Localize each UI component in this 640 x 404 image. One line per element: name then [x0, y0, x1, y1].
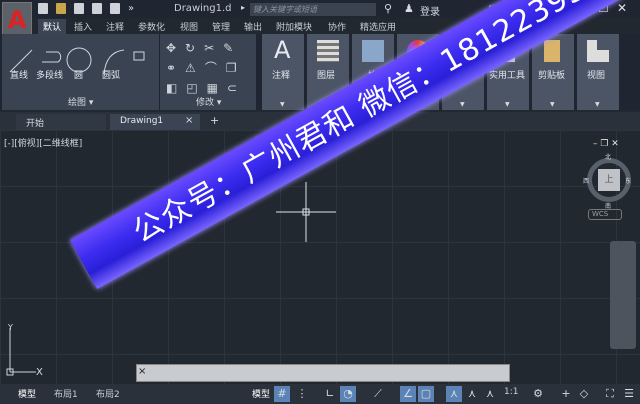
tab-home[interactable]: 默认 [38, 19, 67, 34]
annotation-scale-icon[interactable]: ⋏ [482, 386, 498, 402]
osnap-tracking-icon[interactable]: ∠ [400, 386, 416, 402]
polyline-tool[interactable]: 多段线 [36, 68, 63, 81]
modify-tool-icons[interactable]: ✥↻✂✎ ⚭⚠⌒❐ ◧◰▦⊂ [166, 38, 246, 98]
layout-tab-1[interactable]: 布局1 [54, 387, 78, 400]
grid-icon[interactable]: # [274, 386, 290, 402]
customize-menu-icon[interactable]: ☰ [621, 386, 637, 402]
view-panel[interactable]: 视图 ▼ [577, 34, 619, 110]
close-button[interactable]: ✕ [617, 1, 627, 15]
app-menu-button[interactable]: A [2, 2, 32, 38]
compass-east: 东 [625, 178, 632, 185]
block-icon [362, 40, 384, 62]
crosshair-cursor [276, 182, 336, 242]
clipboard-icon [544, 40, 560, 62]
chevron-down-icon: ▼ [280, 101, 285, 108]
axis-x-label: X [36, 367, 43, 378]
status-bar: 模型 布局1 布局2 模型 # ⋮ ∟ ◔ ⟋ ∠ ▢ ⋏ ⋏ ⋏ 1:1 ⚙ … [0, 384, 640, 404]
viewport-window-controls[interactable]: – ❐ ✕ [593, 139, 619, 149]
tab-start[interactable]: 开始 [16, 114, 106, 130]
tab-addins[interactable]: 附加模块 [276, 20, 312, 33]
layers-label: 图层 [317, 71, 336, 81]
tab-annotate[interactable]: 注释 [106, 20, 124, 33]
clipboard-label: 剪贴板 [538, 71, 566, 81]
more-icon[interactable]: » [128, 3, 134, 14]
chevron-down-icon: ▼ [550, 101, 555, 108]
viewport-controls[interactable]: [-][俯视][二维线框] [4, 136, 82, 149]
login-button[interactable]: 登录 [420, 3, 440, 18]
user-icon[interactable]: ♟ [404, 2, 414, 15]
isolate-icon[interactable]: ◇ [576, 386, 592, 402]
navigation-bar[interactable] [610, 241, 636, 349]
annotation-label: 注释 [272, 71, 291, 81]
search-input[interactable]: 键入关键字或短语 [250, 3, 376, 16]
plus-icon[interactable]: + [558, 386, 574, 402]
tab-collaborate[interactable]: 协作 [328, 20, 346, 33]
tab-featured[interactable]: 精选应用 [360, 20, 396, 33]
open-icon[interactable] [56, 3, 66, 14]
command-close-icon[interactable]: × [138, 366, 146, 377]
object-snap-icon[interactable]: ▢ [418, 386, 434, 402]
arc-tool[interactable]: 圆弧 [102, 68, 120, 81]
chevron-down-icon: ▼ [505, 101, 510, 108]
new-tab-button[interactable]: + [210, 114, 219, 127]
gear-icon[interactable]: ⚙ [530, 386, 546, 402]
save-icon[interactable] [74, 3, 84, 14]
compass-north: 北 [605, 154, 612, 161]
new-icon[interactable] [38, 3, 48, 14]
axis-y-label: Y [8, 323, 13, 332]
ribbon: 直线 多段线 圆 圆弧 绘图 ▾ ✥↻✂✎ ⚭⚠⌒❐ ◧◰▦⊂ 修改 ▾ A 注释 ▼ … [0, 34, 640, 110]
polar-icon[interactable]: ◔ [340, 386, 356, 402]
annotation-visibility-icon[interactable]: ⋏ [446, 386, 462, 402]
view-label: 视图 [587, 71, 606, 81]
arrow-icon: ▸ [241, 3, 246, 12]
save-as-icon[interactable] [92, 3, 102, 14]
document-title: Drawing1.d [174, 3, 232, 14]
modify-panel-title[interactable]: 修改 ▾ [196, 95, 221, 108]
fullscreen-icon[interactable]: ⛶ [602, 386, 618, 402]
plot-icon[interactable] [110, 3, 120, 14]
wcs-menu[interactable]: WCS [588, 209, 622, 220]
scale-dropdown[interactable]: 1:1 [504, 387, 518, 397]
viewcube-face[interactable]: 上 [598, 169, 620, 191]
tab-output[interactable]: 输出 [244, 20, 262, 33]
layout-tab-2[interactable]: 布局2 [96, 387, 120, 400]
close-tab-icon[interactable]: × [185, 115, 193, 126]
command-line-input[interactable] [136, 364, 510, 382]
auto-scale-icon[interactable]: ⋏ [464, 386, 480, 402]
tab-view[interactable]: 视图 [180, 20, 198, 33]
tab-parametric[interactable]: 参数化 [138, 20, 165, 33]
compass-west: 西 [583, 178, 590, 185]
tab-manage[interactable]: 管理 [212, 20, 230, 33]
tab-insert[interactable]: 插入 [74, 20, 92, 33]
view-icon [587, 40, 609, 62]
clipboard-panel[interactable]: 剪贴板 ▼ [532, 34, 574, 110]
utilities-label: 实用工具 [489, 71, 526, 81]
draw-panel-title[interactable]: 绘图 ▾ [68, 95, 93, 108]
annotation-panel[interactable]: A 注释 ▼ [262, 34, 304, 110]
circle-tool[interactable]: 圆 [74, 68, 83, 81]
binoculars-icon[interactable]: ⚲ [384, 2, 392, 15]
line-tool[interactable]: 直线 [10, 68, 28, 81]
layers-icon [317, 40, 339, 62]
isodraft-icon[interactable]: ⟋ [370, 386, 386, 402]
layout-tab-model[interactable]: 模型 [18, 387, 36, 400]
text-icon: A [274, 36, 291, 64]
chevron-down-icon: ▼ [460, 101, 465, 108]
model-space-button[interactable]: 模型 [252, 387, 270, 400]
draw-panel: 直线 多段线 圆 圆弧 绘图 ▾ [2, 34, 159, 110]
modify-panel: ✥↻✂✎ ⚭⚠⌒❐ ◧◰▦⊂ 修改 ▾ [160, 34, 256, 110]
snap-icon[interactable]: ⋮ [294, 386, 310, 402]
ortho-icon[interactable]: ∟ [322, 386, 338, 402]
chevron-down-icon: ▼ [595, 101, 600, 108]
